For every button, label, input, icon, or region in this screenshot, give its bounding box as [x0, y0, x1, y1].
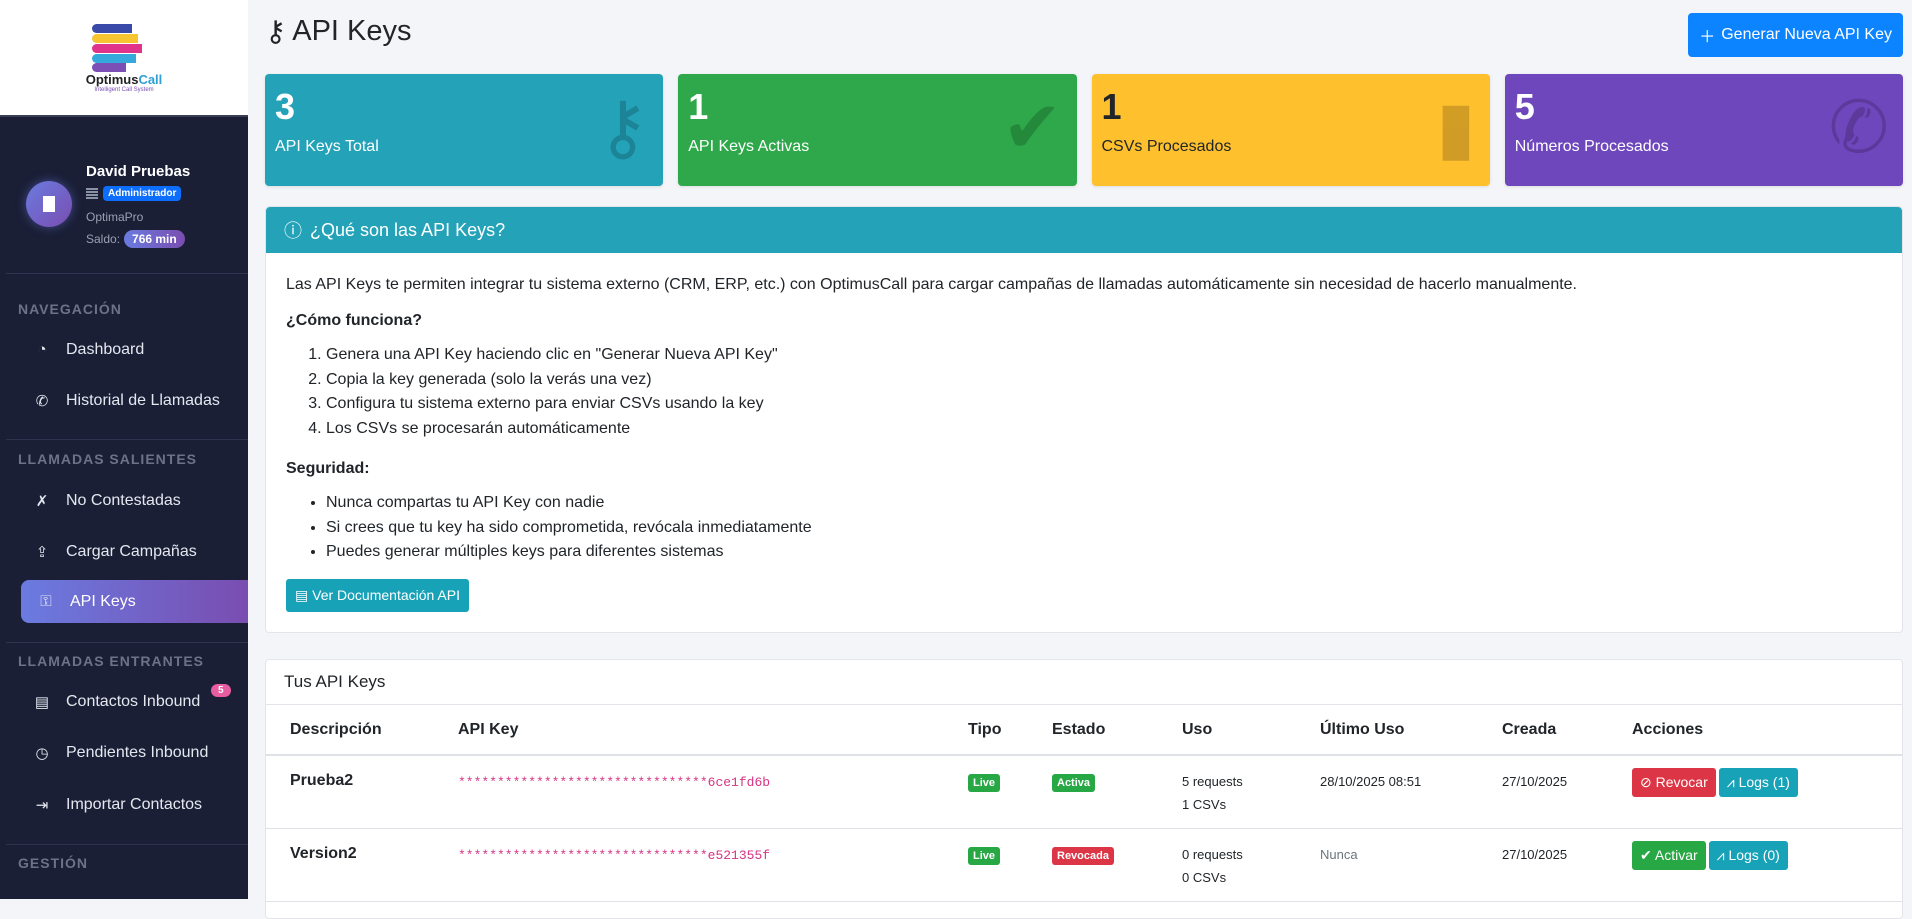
stat-card-csvs: 1 CSVs Procesados ▮ — [1091, 74, 1490, 186]
gauge-icon: ◔ — [37, 341, 47, 358]
phone-icon: ✆ — [35, 392, 49, 410]
check-circle-icon: ✔ — [1002, 88, 1063, 168]
how-title: ¿Cómo funciona? — [286, 312, 422, 329]
divider — [6, 844, 248, 845]
stat-card-numeros: 5 Números Procesados ✆ — [1504, 74, 1903, 186]
stat-card-total: 3 API Keys Total ⚷ — [265, 74, 664, 186]
table-row: Prueba2 ********************************… — [266, 755, 1902, 829]
key-icon: ⚿ — [40, 593, 52, 610]
api-keys-table: Descripción API Key Tipo Estado Uso Último Us… — [266, 705, 1902, 902]
sidebar-item-no-contestadas[interactable]: ✗ No Contestadas — [21, 479, 248, 522]
user-name: David Pruebas — [86, 163, 191, 180]
page-title: ⚷ API Keys — [265, 15, 412, 48]
api-key-value: ********************************e521355f — [458, 847, 771, 863]
user-clock-icon: ◷ — [35, 744, 49, 762]
phone-icon: ✆ — [1828, 88, 1889, 168]
saldo-label: Saldo: — [86, 232, 121, 246]
plus-icon: ＋ — [1699, 29, 1716, 46]
type-badge: Live — [968, 846, 1001, 865]
address-book-icon: ▤ — [34, 693, 50, 711]
logs-button[interactable]: ⩘ Logs (0) — [1708, 840, 1788, 870]
sidebar-item-importar-contactos[interactable]: ⇥ Importar Contactos — [21, 783, 248, 826]
logs-button[interactable]: ⩘ Logs (1) — [1718, 768, 1798, 797]
table-row: Version2 *******************************… — [266, 828, 1902, 902]
building-icon — [26, 181, 72, 227]
activate-button[interactable]: ✔ Activar — [1632, 840, 1706, 870]
view-docs-button[interactable]: ▤ Ver Documentación API — [286, 578, 469, 612]
section-gestion: GESTIÓN — [18, 855, 89, 871]
info-card: ⓘ ¿Qué son las API Keys? Las API Keys te … — [265, 206, 1903, 633]
key-icon: ⚷ — [265, 16, 287, 48]
key-icon: ⚷ — [596, 88, 650, 168]
status-badge: Revocada — [1052, 846, 1114, 865]
security-list: Nunca compartas tu API Key con nadieSi c… — [286, 491, 1882, 565]
check-icon: ✔ — [1640, 846, 1655, 863]
divider — [6, 273, 248, 274]
sidebar-item-api-keys[interactable]: ⚿ API Keys — [21, 580, 248, 623]
upload-icon: ⇪ — [35, 543, 49, 561]
company-name: OptimaPro — [86, 210, 144, 224]
logo-tagline: Intelligent Call System — [94, 87, 154, 93]
status-badge: Activa — [1052, 774, 1096, 792]
contactos-count-badge: 5 — [211, 684, 231, 697]
table-title: Tus API Keys — [266, 660, 1902, 705]
api-key-value: ********************************6ce1fd6b — [458, 775, 771, 790]
sidebar: OptimusCall Intelligent Call System Davi… — [0, 0, 248, 899]
info-icon: ⓘ — [284, 221, 302, 241]
sidebar-item-pendientes-inbound[interactable]: ◷ Pendientes Inbound — [21, 731, 248, 774]
section-navegacion: NAVEGACIÓN — [18, 301, 122, 317]
phone-slash-icon: ✗ — [35, 492, 49, 510]
section-entrantes: LLAMADAS ENTRANTES — [18, 653, 204, 669]
steps-list: Genera una API Key haciendo clic en "Gen… — [286, 343, 1882, 441]
saldo-badge: 766 min — [124, 230, 185, 248]
sidebar-item-dashboard[interactable]: ◔ Dashboard — [21, 328, 248, 371]
file-csv-icon: ▮ — [1436, 88, 1476, 168]
generate-api-key-button[interactable]: ＋ Generar Nueva API Key — [1688, 13, 1903, 57]
type-badge: Live — [968, 774, 1001, 792]
sidebar-item-cargar-campanas[interactable]: ⇪ Cargar Campañas — [21, 530, 248, 573]
book-icon: ▤ — [295, 586, 313, 603]
divider — [6, 439, 248, 440]
info-title: ¿Qué son las API Keys? — [310, 219, 506, 240]
file-import-icon: ⇥ — [35, 796, 49, 814]
revoke-button[interactable]: ⊘ Revocar — [1632, 768, 1716, 797]
server-icon — [86, 187, 98, 200]
security-title: Seguridad: — [286, 460, 370, 477]
info-intro: Las API Keys te permiten integrar tu sis… — [286, 276, 1577, 293]
divider — [6, 642, 248, 643]
stat-card-activas: 1 API Keys Activas ✔ — [678, 74, 1077, 186]
ban-icon: ⊘ — [1640, 774, 1656, 790]
api-keys-table-card: Tus API Keys Descripción API Key Tipo Estad… — [265, 659, 1903, 919]
chart-icon: ⩘ — [1726, 774, 1739, 790]
sidebar-item-historial[interactable]: ✆ Historial de Llamadas — [21, 379, 248, 422]
logo[interactable]: OptimusCall Intelligent Call System — [0, 0, 248, 117]
chart-icon: ⩘ — [1716, 846, 1729, 863]
logo-mark — [88, 22, 160, 72]
logo-name: OptimusCall — [85, 72, 163, 87]
section-salientes: LLAMADAS SALIENTES — [18, 451, 197, 467]
role-badge: Administrador — [103, 186, 182, 201]
